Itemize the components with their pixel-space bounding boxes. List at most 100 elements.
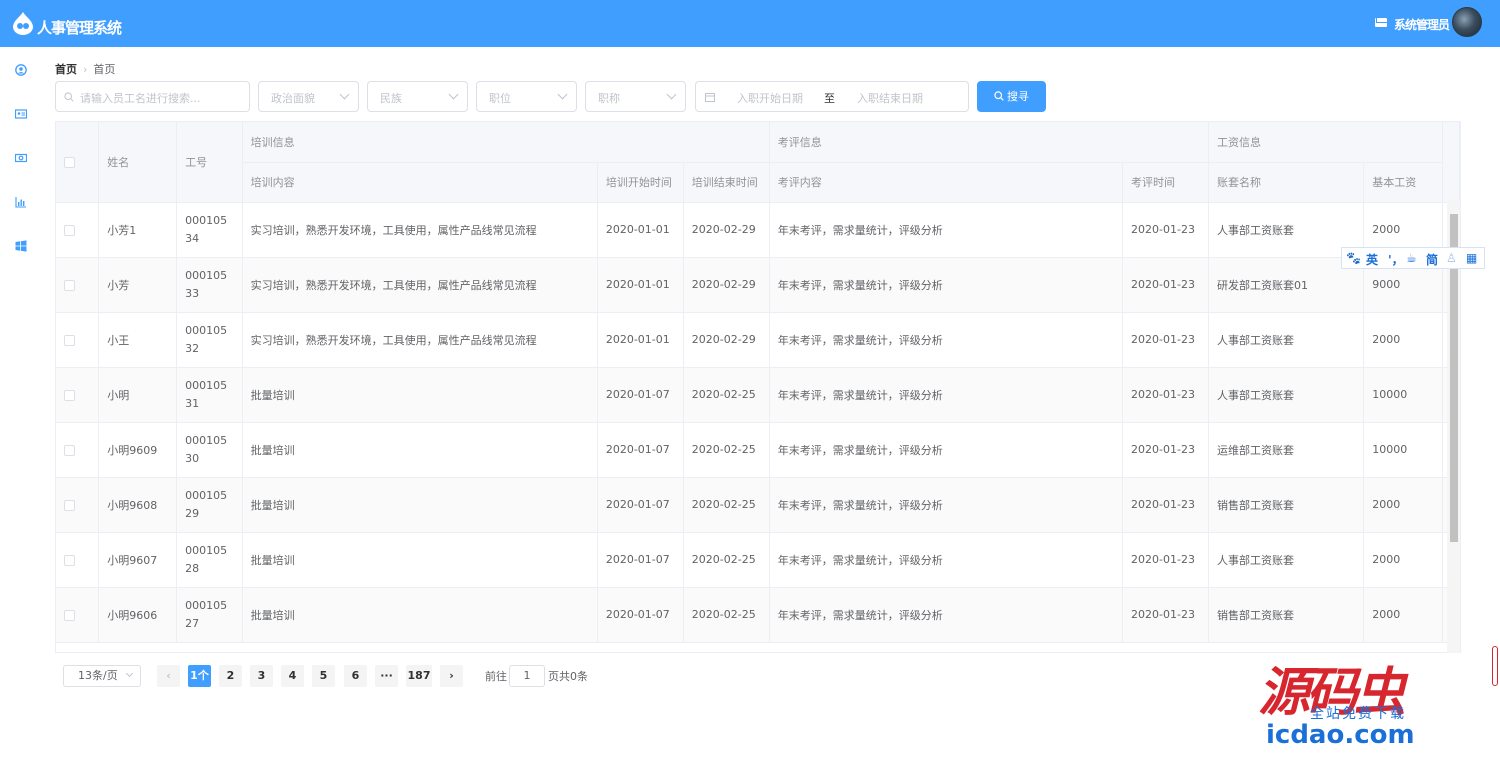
- windows-icon[interactable]: [15, 240, 27, 252]
- cell-account-name: 销售部工资账套: [1208, 587, 1365, 643]
- table-row[interactable]: 小明 00010531 批量培训 2020-01-07 2020-02-25 年末考评，需…: [56, 367, 1460, 423]
- cell-train-start: 2020-01-07: [597, 532, 684, 588]
- cell-name: 小明9609: [98, 422, 178, 478]
- position-select[interactable]: 职位: [476, 81, 577, 112]
- cell-train-content: 批量培训: [242, 532, 598, 588]
- row-select-cell[interactable]: [56, 367, 100, 423]
- cup-icon[interactable]: ☕: [1406, 251, 1417, 265]
- page-button[interactable]: 5: [312, 665, 335, 687]
- table-row[interactable]: 小明9607 00010528 批量培训 2020-01-07 2020-02-25 年末…: [56, 532, 1460, 588]
- cell-name: 小芳1: [98, 202, 178, 258]
- bar-chart-icon[interactable]: [15, 196, 27, 208]
- cell-review-time: 2020-01-23: [1122, 422, 1209, 478]
- row-select-cell[interactable]: [56, 312, 100, 368]
- id-card-icon[interactable]: [15, 108, 27, 120]
- watermark-domain: icdao.com: [1266, 720, 1415, 750]
- page-button[interactable]: 6: [344, 665, 367, 687]
- search-input[interactable]: 请输入员工名进行搜索...: [55, 81, 250, 112]
- drop-logo-icon: [13, 12, 33, 35]
- search-icon: [994, 91, 1004, 101]
- money-icon[interactable]: [15, 152, 27, 164]
- group-salary: 工资信息: [1208, 122, 1443, 163]
- ime-lang[interactable]: 英: [1366, 251, 1378, 268]
- title-select[interactable]: 职称: [585, 81, 686, 112]
- admin-name[interactable]: 系统管理员: [1394, 16, 1450, 33]
- ime-toolbar: 🐾 英 '， ☕ 简 ♙ ▦: [1341, 247, 1485, 269]
- cell-train-end: 2020-02-25: [683, 367, 770, 423]
- ime-punct[interactable]: '，: [1388, 251, 1404, 268]
- cell-account-name: 人事部工资账套: [1208, 532, 1365, 588]
- table-row[interactable]: 小明9608 00010529 批量培训 2020-01-07 2020-02-25 年末…: [56, 477, 1460, 533]
- cell-base-salary: 10000: [1363, 422, 1443, 478]
- cell-name: 小明9607: [98, 532, 178, 588]
- row-checkbox[interactable]: [64, 499, 75, 511]
- cell-train-start: 2020-01-07: [597, 477, 684, 533]
- user-icon[interactable]: ♙: [1446, 251, 1457, 265]
- row-select-cell[interactable]: [56, 477, 100, 533]
- cell-name: 小明9608: [98, 477, 178, 533]
- row-checkbox[interactable]: [64, 279, 75, 291]
- side-tab[interactable]: [1492, 646, 1498, 686]
- ime-mode[interactable]: 简: [1426, 251, 1438, 268]
- nation-select[interactable]: 民族: [367, 81, 468, 112]
- cell-account-name: 销售部工资账套: [1208, 477, 1365, 533]
- select-all-cell[interactable]: [56, 122, 100, 203]
- row-checkbox[interactable]: [64, 334, 75, 346]
- table-row[interactable]: 小明9609 00010530 批量培训 2020-01-07 2020-02-25 年末…: [56, 422, 1460, 478]
- cell-base-salary: 2000: [1363, 532, 1443, 588]
- col-name: 姓名: [98, 122, 178, 203]
- political-select[interactable]: 政治面貌: [258, 81, 359, 112]
- row-select-cell[interactable]: [56, 257, 100, 313]
- row-checkbox[interactable]: [64, 444, 75, 456]
- prev-page-button[interactable]: ‹: [157, 665, 180, 687]
- end-date-input[interactable]: 入职结束日期: [857, 90, 923, 106]
- page-button[interactable]: 187: [406, 665, 432, 687]
- range-separator: 至: [824, 92, 835, 105]
- cell-train-content: 实习培训，熟悉开发环境，工具使用，属性产品线常见流程: [242, 257, 598, 313]
- avatar[interactable]: [1452, 7, 1482, 37]
- cell-review-time: 2020-01-23: [1122, 312, 1209, 368]
- table-row[interactable]: 小芳 00010533 实习培训，熟悉开发环境，工具使用，属性产品线常见流程 2020…: [56, 257, 1460, 313]
- col-train-start: 培训开始时间: [597, 162, 684, 203]
- page-button[interactable]: 3: [250, 665, 273, 687]
- search-button[interactable]: 搜寻: [977, 81, 1046, 112]
- row-checkbox[interactable]: [64, 609, 75, 621]
- cell-name: 小明9606: [98, 587, 178, 643]
- col-train-content: 培训内容: [242, 162, 598, 203]
- mail-icon[interactable]: [1375, 18, 1387, 27]
- breadcrumb-home[interactable]: 首页: [55, 63, 77, 76]
- cell-work-id: 00010528: [176, 532, 243, 588]
- page-button[interactable]: 2: [219, 665, 242, 687]
- paw-icon[interactable]: 🐾: [1346, 251, 1361, 265]
- row-select-cell[interactable]: [56, 422, 100, 478]
- page-button[interactable]: 1个: [188, 665, 211, 687]
- next-page-button[interactable]: ›: [440, 665, 463, 687]
- start-date-input[interactable]: 入职开始日期: [737, 90, 803, 106]
- chevron-down-icon: [125, 669, 134, 678]
- col-account-name: 账套名称: [1208, 162, 1365, 203]
- more-pages-button[interactable]: ···: [375, 665, 398, 687]
- cell-train-end: 2020-02-25: [683, 532, 770, 588]
- select-all-checkbox[interactable]: [64, 156, 75, 168]
- table-row[interactable]: 小芳1 00010534 实习培训，熟悉开发环境，工具使用，属性产品线常见流程 202…: [56, 202, 1460, 258]
- cell-train-start: 2020-01-07: [597, 422, 684, 478]
- goto-page-input[interactable]: 1: [509, 665, 545, 687]
- row-checkbox[interactable]: [64, 224, 75, 236]
- row-select-cell[interactable]: [56, 202, 100, 258]
- chevron-down-icon: [448, 89, 459, 100]
- page-button[interactable]: 4: [281, 665, 304, 687]
- political-placeholder: 政治面貌: [271, 92, 315, 105]
- grid-icon[interactable]: ▦: [1466, 251, 1477, 265]
- row-select-cell[interactable]: [56, 532, 100, 588]
- date-range-picker[interactable]: 入职开始日期 至 入职结束日期: [695, 81, 969, 112]
- row-checkbox[interactable]: [64, 554, 75, 566]
- user-circle-icon[interactable]: [15, 64, 27, 76]
- table-row[interactable]: 小明9606 00010527 批量培训 2020-01-07 2020-02-25 年末…: [56, 587, 1460, 643]
- table-row[interactable]: 小王 00010532 实习培训，熟悉开发环境，工具使用，属性产品线常见流程 2020…: [56, 312, 1460, 368]
- page-size-select[interactable]: 13条/页: [63, 665, 141, 687]
- cell-train-start: 2020-01-01: [597, 312, 684, 368]
- position-placeholder: 职位: [489, 92, 511, 105]
- row-select-cell[interactable]: [56, 587, 100, 643]
- cell-review-content: 年末考评，需求量统计，评级分析: [769, 587, 1124, 643]
- row-checkbox[interactable]: [64, 389, 75, 401]
